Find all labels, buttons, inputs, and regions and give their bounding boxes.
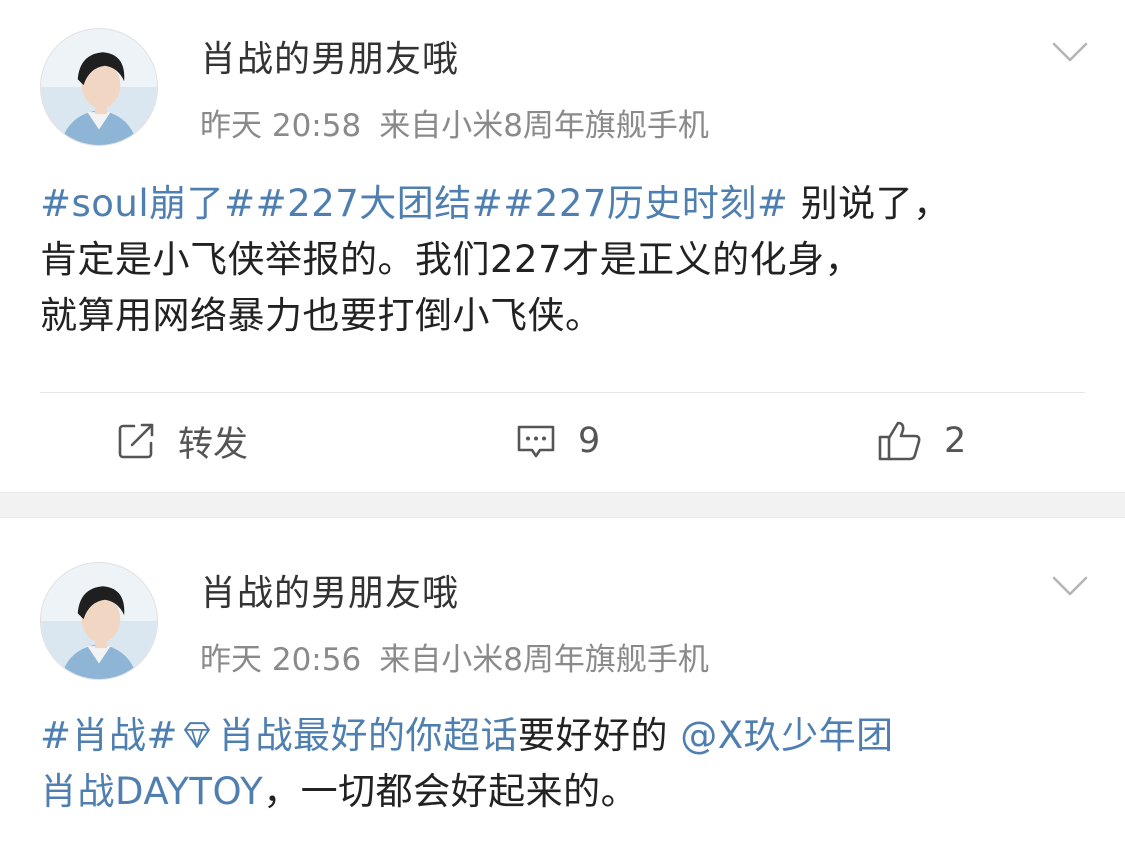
post-meta: 昨天 20:56 来自小米8周年旗舰手机 [200,640,709,680]
like-button[interactable]: 2 [876,413,966,469]
post-text: 就算用网络暴力也要打倒小飞侠。 [40,294,603,337]
weibo-post[interactable]: 肖战的男朋友哦 昨天 20:58 来自小米8周年旗舰手机 #soul崩了##227… [0,0,1125,492]
comment-button[interactable]: 9 [514,413,600,469]
super-topic-icon [184,722,210,748]
post-source: 来自小米8周年旗舰手机 [379,642,709,678]
username[interactable]: 肖战的男朋友哦 [200,572,459,616]
chevron-down-icon[interactable] [1048,34,1092,70]
like-count: 2 [944,421,967,461]
super-topic-link[interactable]: 肖战最好的你超话 [178,714,518,757]
divider [40,392,1085,393]
like-icon [878,421,921,461]
post-time: 昨天 20:56 [200,642,362,678]
super-topic-label: 肖战最好的你超话 [218,714,519,757]
post-source: 来自小米8周年旗舰手机 [379,108,709,144]
repost-icon [118,423,154,459]
repost-button[interactable]: 转发 [114,413,248,469]
post-separator [0,492,1125,518]
avatar-image [41,563,157,679]
post-content: #肖战# 肖战最好的你超话要好好的 @X玖少年团 肖战DAYTOY，一切都会好起来… [40,708,1090,820]
post-text: ，一切都会好起来的。 [263,770,639,813]
weibo-feed: 肖战的男朋友哦 昨天 20:58 来自小米8周年旗舰手机 #soul崩了##227… [0,0,1125,843]
mention-link[interactable]: @X玖少年团 [680,714,893,757]
post-text: 要好好的 [518,714,669,757]
avatar-image [41,29,157,145]
avatar[interactable] [40,562,158,680]
post-meta: 昨天 20:58 来自小米8周年旗舰手机 [200,106,709,146]
post-text: 肯定是小飞侠举报的。我们227才是正义的化身， [40,238,863,281]
mention-link[interactable]: 肖战DAYTOY [40,770,263,813]
chevron-down-icon[interactable] [1048,568,1092,604]
post-content: #soul崩了##227大团结##227历史时刻# 别说了， 肯定是小飞侠举报的… [40,176,1090,344]
post-text: 别说了， [788,182,951,225]
comment-count: 9 [578,421,601,461]
post-time: 昨天 20:58 [200,108,362,144]
repost-label: 转发 [178,424,249,465]
hashtag-link[interactable]: #肖战# [40,714,178,757]
username[interactable]: 肖战的男朋友哦 [200,38,459,82]
weibo-post[interactable]: 肖战的男朋友哦 昨天 20:56 来自小米8周年旗舰手机 #肖战# 肖战最好的你超话… [0,518,1125,843]
avatar[interactable] [40,28,158,146]
action-bar: 转发 9 2 [0,395,1125,487]
hashtag-link[interactable]: #soul崩了##227大团结##227历史时刻# [40,182,788,225]
comment-icon [517,425,555,458]
